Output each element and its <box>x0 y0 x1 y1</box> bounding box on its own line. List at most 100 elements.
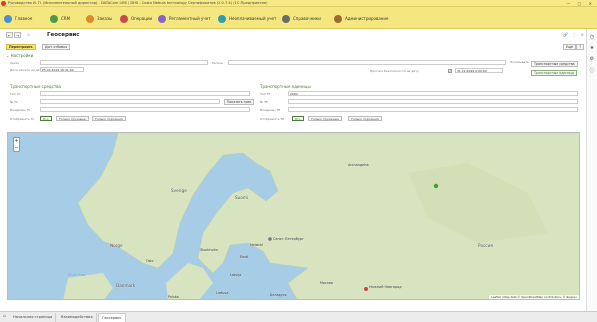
map-label: Sverige <box>171 188 187 193</box>
order-field[interactable] <box>40 60 208 65</box>
unit-filter-all[interactable]: Все <box>292 116 304 121</box>
settings-group[interactable]: ⌄ Настройки <box>6 53 33 58</box>
close-form-icon[interactable]: ✕ <box>581 32 584 37</box>
operations-icon <box>120 14 128 23</box>
map-label: Archangelsk <box>348 163 369 167</box>
map-label: Norge <box>110 243 123 248</box>
map-label: Latvija <box>230 273 242 277</box>
link-icon[interactable]: 🔗 <box>563 32 568 37</box>
section-admin[interactable]: Администрирование <box>334 13 388 24</box>
units-group: Транспортные единицы <box>260 84 311 89</box>
page-title: Геосервис <box>47 32 80 38</box>
map-label: Россия <box>478 243 493 248</box>
vehicle-number-label: № ТС <box>10 100 19 104</box>
vehicles-group: Транспортные средства <box>10 84 61 89</box>
zoom-in-button[interactable]: + <box>14 138 19 145</box>
vehicle-owner-label: Владелец ТС <box>10 108 31 112</box>
forward-button[interactable]: → <box>14 32 21 38</box>
help-button[interactable]: ? <box>576 44 584 50</box>
date-field[interactable]: 25.03.2019 16:31:00 <box>40 67 84 72</box>
unit-number-label: № ТЕ <box>260 100 268 104</box>
section-crm[interactable]: CRM <box>50 13 70 24</box>
map-label: Санкт-Петербург <box>273 237 304 241</box>
add-notes-button[interactable]: Доп. отбивка <box>42 44 71 50</box>
back-button[interactable]: ← <box>6 32 13 38</box>
admin-icon <box>334 14 342 23</box>
vehicle-filter-empty[interactable]: Только порожние <box>92 116 126 121</box>
region-field[interactable] <box>228 60 506 65</box>
date-label: Дата начала на дату <box>10 68 44 72</box>
refresh-button[interactable]: Перестроить <box>6 44 36 50</box>
map-label: Danmark <box>116 283 136 288</box>
app-logo-icon <box>1 1 6 6</box>
map-attribution: Leaflet | Map data © OpenStreetMap contr… <box>489 295 579 299</box>
units-button[interactable]: Транспортные единицы <box>531 70 578 76</box>
notifications-icon[interactable]: ⚙ <box>587 56 597 62</box>
map-marker-grey[interactable] <box>268 237 272 241</box>
tab-geoservice[interactable]: Геосервис <box>98 313 126 322</box>
unit-owner-label: Владелец ТЕ <box>260 108 281 112</box>
section-regulated[interactable]: Регламентный учет <box>158 13 211 24</box>
tab-start-page[interactable]: Начальная страница <box>10 313 57 322</box>
vehicle-number-field[interactable] <box>40 99 220 104</box>
section-catalogs[interactable]: Справочники <box>282 13 321 24</box>
unit-owner-field[interactable] <box>288 107 578 112</box>
vehicle-filter-all[interactable]: Все <box>40 116 52 121</box>
unit-filter-empty[interactable]: Только порожние <box>348 116 382 121</box>
window-title: Руководство И. П. (Исполнительный директ… <box>8 1 268 5</box>
unit-type-label: Тип ТЕ <box>260 92 271 96</box>
map-marker-red[interactable] <box>364 287 368 291</box>
map-label: Polska <box>168 295 179 299</box>
unit-show-label: Отображать ТЕ <box>260 117 285 121</box>
map-marker[interactable] <box>433 183 439 189</box>
open-windows-bar: ⌂ Начальная страница Взаимодействия Геос… <box>0 311 597 322</box>
favorite-star-icon[interactable]: ☆ <box>25 32 32 38</box>
catalogs-icon <box>282 14 290 23</box>
map-label: Lietuva <box>216 291 229 295</box>
section-operations[interactable]: Операции <box>120 13 152 24</box>
vehicle-owner-field[interactable] <box>40 107 250 112</box>
unit-type-field[interactable]: 20DC <box>288 91 578 96</box>
unit-filter-loaded[interactable]: Только груженые <box>308 116 342 121</box>
command-bar: Перестроить Доп. отбивка Ещё ? <box>4 43 584 51</box>
unit-number-field[interactable] <box>288 99 578 104</box>
more-button[interactable]: Ещё <box>563 44 576 50</box>
map-label: North Sea <box>68 273 85 277</box>
map-land <box>63 133 579 299</box>
tab-interactions[interactable]: Взаимодействия <box>58 313 97 322</box>
map-label: Москва <box>320 281 333 285</box>
window-controls[interactable]: — ▢ ✕ <box>566 1 595 6</box>
section-orders[interactable]: Заказы <box>86 13 112 24</box>
map-label: Eesti <box>240 255 249 259</box>
favorites-icon[interactable]: ★ <box>587 45 597 51</box>
section-unpaid[interactable]: Неоплачиваемый учет <box>218 13 276 24</box>
history-icon[interactable]: ◷ <box>587 34 597 40</box>
vehicle-type-label: Тип ТС <box>10 92 21 96</box>
right-toolbar: ◷ ★ ⚙ ⓘ <box>586 29 597 311</box>
section-main[interactable]: Главное <box>4 13 32 24</box>
show-track-button[interactable]: Показать трек <box>224 99 255 105</box>
vehicle-show-label: Отображать ТС <box>10 117 35 121</box>
form-header: ← → ☆ Геосервис 🔗 ⋮ ✕ <box>4 32 584 42</box>
window-titlebar: Руководство И. П. (Исполнительный директ… <box>0 0 597 7</box>
home-icon <box>4 14 12 23</box>
map-label: Helsinki <box>250 243 264 247</box>
more-dots-icon[interactable]: ⋮ <box>572 32 576 37</box>
order-label: Заказ <box>10 61 20 65</box>
map-label: Нижний Новгород <box>369 285 402 289</box>
plan-checkbox[interactable]: ✓ <box>448 69 452 73</box>
map-label: Suomi <box>235 195 249 200</box>
map-label: Oslo <box>146 259 154 263</box>
map-label: Беларусь <box>270 293 287 297</box>
home-tab-icon[interactable]: ⌂ <box>3 314 6 319</box>
vehicle-filter-loaded[interactable]: Только грузовые <box>56 116 89 121</box>
info-icon[interactable]: ⓘ <box>587 67 597 74</box>
plan-date-field[interactable]: 31.12.2099 0:00:00 <box>455 68 503 73</box>
map-label: Stockholm <box>200 248 218 252</box>
zoom-out-button[interactable]: − <box>14 145 19 152</box>
vehicle-type-field[interactable] <box>40 91 250 96</box>
vehicles-button[interactable]: Транспортные средства <box>531 61 578 67</box>
map-view[interactable]: + − Sverige Suomi Norge Eesti Latvija Li… <box>7 132 580 300</box>
unpaid-icon <box>218 14 226 23</box>
regulated-icon <box>158 14 166 23</box>
